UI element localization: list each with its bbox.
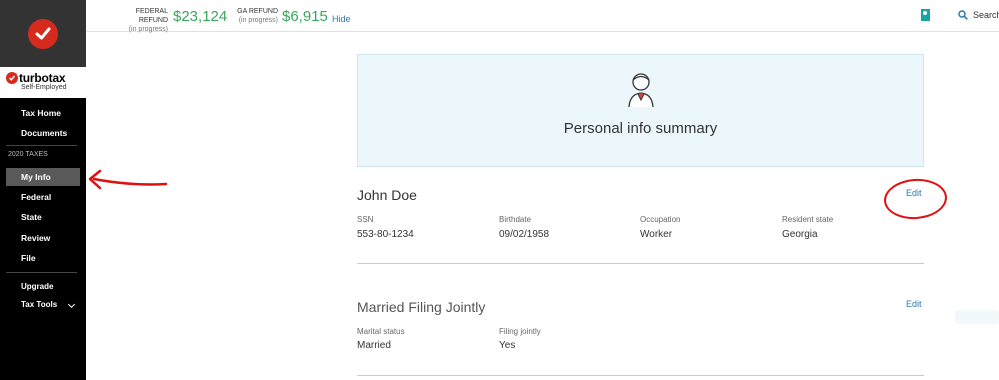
resident-state-value: Georgia xyxy=(782,229,818,240)
federal-refund-title: FEDERAL REFUND xyxy=(135,8,168,24)
turbotax-logo[interactable] xyxy=(0,0,86,67)
brand-edition: Self-Employed xyxy=(21,84,67,91)
bookmark-icon[interactable] xyxy=(921,9,930,21)
feedback-tab[interactable] xyxy=(955,310,999,324)
federal-refund-status: (in progress) xyxy=(128,26,168,33)
sidebar-item-upgrade[interactable]: Upgrade xyxy=(0,278,86,296)
sidebar-item-federal[interactable]: Federal xyxy=(0,188,86,206)
birthdate-label: Birthdate xyxy=(499,215,532,224)
sidebar-item-review[interactable]: Review xyxy=(0,229,86,247)
state-refund-status: (in progress) xyxy=(238,17,278,24)
personal-info-summary-card: Personal info summary xyxy=(357,54,924,167)
brand-wordmark: turbotax Self-Employed xyxy=(0,67,86,98)
sidebar-item-documents[interactable]: Documents xyxy=(0,124,86,142)
occupation-value: Worker xyxy=(640,229,673,240)
section-divider xyxy=(357,375,924,376)
resident-state-label: Resident state xyxy=(782,215,834,224)
sidebar-section-heading: 2020 TAXES xyxy=(8,151,48,158)
annotation-arrow xyxy=(88,169,168,190)
sidebar-item-tax-tools[interactable]: Tax Tools xyxy=(0,296,86,314)
taxpayer-name: John Doe xyxy=(357,187,417,203)
birthdate-value: 09/02/1958 xyxy=(499,229,550,240)
brand-name: turbotax xyxy=(19,71,66,85)
filing-jointly-value: Yes xyxy=(499,340,516,351)
ssn-label: SSN xyxy=(357,215,374,224)
sidebar-item-my-info[interactable]: My Info xyxy=(6,168,80,186)
federal-refund-label: FEDERAL REFUND (in progress) xyxy=(108,7,168,34)
sidebar: turbotax Self-Employed Tax Home Document… xyxy=(0,0,86,380)
sidebar-divider xyxy=(6,272,77,273)
marital-status-value: Married xyxy=(357,340,391,351)
sidebar-item-state[interactable]: State xyxy=(0,208,86,226)
state-refund-title: GA REFUND xyxy=(237,8,278,15)
sidebar-item-label: Tax Tools xyxy=(21,300,58,309)
section-divider xyxy=(357,263,924,264)
annotation-circle xyxy=(882,176,949,222)
chevron-down-icon xyxy=(67,300,76,309)
filing-jointly-label: Filing jointly xyxy=(499,327,541,336)
filing-status-title: Married Filing Jointly xyxy=(357,299,486,315)
state-refund-amount: $6,915 xyxy=(282,8,328,25)
sidebar-divider xyxy=(6,145,77,146)
refund-bar: FEDERAL REFUND (in progress) $23,124 GA … xyxy=(86,0,999,34)
checkmark-icon xyxy=(28,18,58,49)
federal-refund-amount: $23,124 xyxy=(173,8,228,25)
sidebar-item-file[interactable]: File xyxy=(0,249,86,267)
hide-refund-link[interactable]: Hide xyxy=(332,14,351,24)
sidebar-item-tax-home[interactable]: Tax Home xyxy=(0,104,86,122)
ssn-value: 553-80-1234 xyxy=(357,229,414,240)
search-button[interactable]: Search xyxy=(973,10,999,20)
edit-filing-status-button[interactable]: Edit xyxy=(906,299,922,309)
occupation-label: Occupation xyxy=(640,215,681,224)
brand-check-icon xyxy=(6,72,18,84)
state-refund-label: GA REFUND (in progress) xyxy=(236,7,278,25)
page-title: Personal info summary xyxy=(563,120,718,137)
search-icon[interactable] xyxy=(958,10,968,20)
marital-status-label: Marital status xyxy=(357,327,405,336)
person-avatar-icon xyxy=(628,73,654,108)
